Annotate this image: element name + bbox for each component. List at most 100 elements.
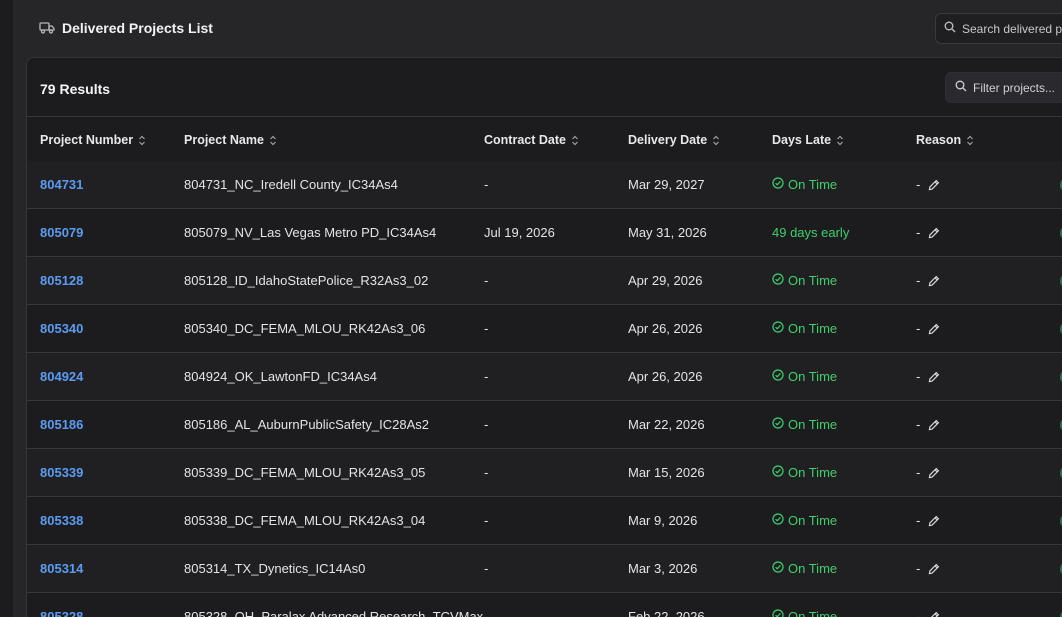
project-name: 805079_NV_Las Vegas Metro PD_IC34As4: [184, 225, 437, 240]
delivery-date: Mar 3, 2026: [628, 561, 698, 576]
column-header-contract-date[interactable]: Contract Date: [484, 133, 579, 147]
project-number-link[interactable]: 804731: [40, 177, 83, 192]
project-number-link[interactable]: 805314: [40, 561, 83, 576]
sort-icon[interactable]: [138, 135, 146, 146]
reason-value: -: [916, 513, 921, 528]
status-label: On Time: [788, 417, 838, 432]
days-late-status: 49 days early: [772, 225, 850, 240]
reason-cell: -: [916, 609, 940, 617]
contract-date: -: [484, 273, 489, 288]
table-row[interactable]: 805339 805339_DC_FEMA_MLOU_RK42As3_05 - Mar…: [27, 449, 1062, 497]
table-row[interactable]: 805079 805079_NV_Las Vegas Metro PD_IC34A…: [27, 209, 1062, 257]
contract-date: -: [484, 177, 489, 192]
table-row[interactable]: 805340 805340_DC_FEMA_MLOU_RK42As3_06 - Apr…: [27, 305, 1062, 353]
reason-value: -: [916, 225, 921, 240]
check-circle-icon: [772, 561, 784, 576]
sort-icon[interactable]: [966, 135, 974, 146]
pencil-icon[interactable]: [928, 371, 940, 383]
status-label: On Time: [788, 513, 838, 528]
reason-value: -: [916, 561, 921, 576]
sort-icon[interactable]: [571, 135, 579, 146]
project-name: 805340_DC_FEMA_MLOU_RK42As3_06: [184, 321, 426, 336]
column-header-delivery-date[interactable]: Delivery Date: [628, 133, 720, 147]
delivery-date: Apr 26, 2026: [628, 369, 703, 384]
reason-cell: -: [916, 369, 940, 384]
project-number-link[interactable]: 805339: [40, 465, 83, 480]
filter-field[interactable]: [945, 72, 1062, 103]
pencil-icon[interactable]: [928, 467, 940, 479]
days-late-status: On Time: [772, 513, 837, 528]
delivery-date: Mar 22, 2026: [628, 417, 705, 432]
table-row[interactable]: 805314 805314_TX_Dynetics_IC14As0 - Mar 3, …: [27, 545, 1062, 593]
reason-cell: -: [916, 417, 940, 432]
status-label: On Time: [788, 561, 838, 576]
table-row[interactable]: 805328 805328_OH_Paralax Advanced Researc…: [27, 593, 1062, 617]
filter-input[interactable]: [973, 80, 1062, 95]
project-number-link[interactable]: 805340: [40, 321, 83, 336]
check-circle-icon: [772, 609, 784, 617]
project-number-link[interactable]: 805338: [40, 513, 83, 528]
days-late-status: On Time: [772, 417, 837, 432]
delivery-date: Feb 22, 2026: [628, 609, 705, 617]
table-row[interactable]: 805338 805338_DC_FEMA_MLOU_RK42As3_04 - Mar…: [27, 497, 1062, 545]
project-name: 805314_TX_Dynetics_IC14As0: [184, 561, 366, 576]
sort-icon[interactable]: [712, 135, 720, 146]
project-number-link[interactable]: 805186: [40, 417, 83, 432]
column-label: Contract Date: [484, 133, 566, 147]
column-header-project-name[interactable]: Project Name: [184, 133, 277, 147]
contract-date: -: [484, 369, 489, 384]
status-label: On Time: [788, 321, 838, 336]
pencil-icon[interactable]: [928, 563, 940, 575]
table-row[interactable]: 804924 804924_OK_LawtonFD_IC34As4 - Apr 26,…: [27, 353, 1062, 401]
pencil-icon[interactable]: [928, 611, 940, 617]
table-row[interactable]: 805128 805128_ID_IdahoStatePolice_R32As3_…: [27, 257, 1062, 305]
reason-value: -: [916, 273, 921, 288]
left-sidebar-edge: [0, 0, 13, 617]
search-icon: [955, 79, 967, 97]
project-number-link[interactable]: 805328: [40, 609, 83, 617]
status-label: On Time: [788, 273, 838, 288]
pencil-icon[interactable]: [928, 227, 940, 239]
column-label: Reason: [916, 133, 962, 147]
contract-date: -: [484, 609, 489, 617]
pencil-icon[interactable]: [928, 323, 940, 335]
search-field[interactable]: [935, 13, 1062, 44]
days-late-status: On Time: [772, 177, 837, 192]
pencil-icon[interactable]: [928, 275, 940, 287]
table-row[interactable]: 804731 804731_NC_Iredell County_IC34As4 - M…: [27, 161, 1062, 209]
sort-icon[interactable]: [269, 135, 277, 146]
project-name: 805328_OH_Paralax Advanced Research_TCVM…: [184, 609, 484, 617]
column-label: Project Name: [184, 133, 264, 147]
project-number-link[interactable]: 804924: [40, 369, 83, 384]
search-input[interactable]: [962, 21, 1062, 36]
check-circle-icon: [772, 513, 784, 528]
pencil-icon[interactable]: [928, 179, 940, 191]
column-header-project-number[interactable]: Project Number: [40, 133, 146, 147]
column-header-reason[interactable]: Reason: [916, 133, 974, 147]
contract-date: -: [484, 561, 489, 576]
project-number-link[interactable]: 805079: [40, 225, 83, 240]
check-circle-icon: [772, 369, 784, 384]
search-icon: [944, 20, 956, 38]
status-label: On Time: [788, 177, 838, 192]
project-name: 805128_ID_IdahoStatePolice_R32As3_02: [184, 273, 429, 288]
reason-value: -: [916, 321, 921, 336]
project-number-link[interactable]: 805128: [40, 273, 83, 288]
pencil-icon[interactable]: [928, 419, 940, 431]
pencil-icon[interactable]: [928, 515, 940, 527]
results-count: 79 Results: [40, 81, 111, 97]
reason-cell: -: [916, 513, 940, 528]
column-header-days-late[interactable]: Days Late: [772, 133, 844, 147]
delivery-date: Mar 9, 2026: [628, 513, 698, 528]
contract-date: -: [484, 465, 489, 480]
project-name: 805186_AL_AuburnPublicSafety_IC28As2: [184, 417, 430, 432]
table-row[interactable]: 805186 805186_AL_AuburnPublicSafety_IC28A…: [27, 401, 1062, 449]
reason-cell: -: [916, 465, 940, 480]
page: Delivered Projects List 79 Results: [0, 0, 1062, 617]
days-late-status: On Time: [772, 609, 837, 617]
days-late-status: On Time: [772, 321, 837, 336]
sort-icon[interactable]: [836, 135, 844, 146]
column-label: Days Late: [772, 133, 832, 147]
days-late-status: On Time: [772, 369, 837, 384]
reason-cell: -: [916, 561, 940, 576]
